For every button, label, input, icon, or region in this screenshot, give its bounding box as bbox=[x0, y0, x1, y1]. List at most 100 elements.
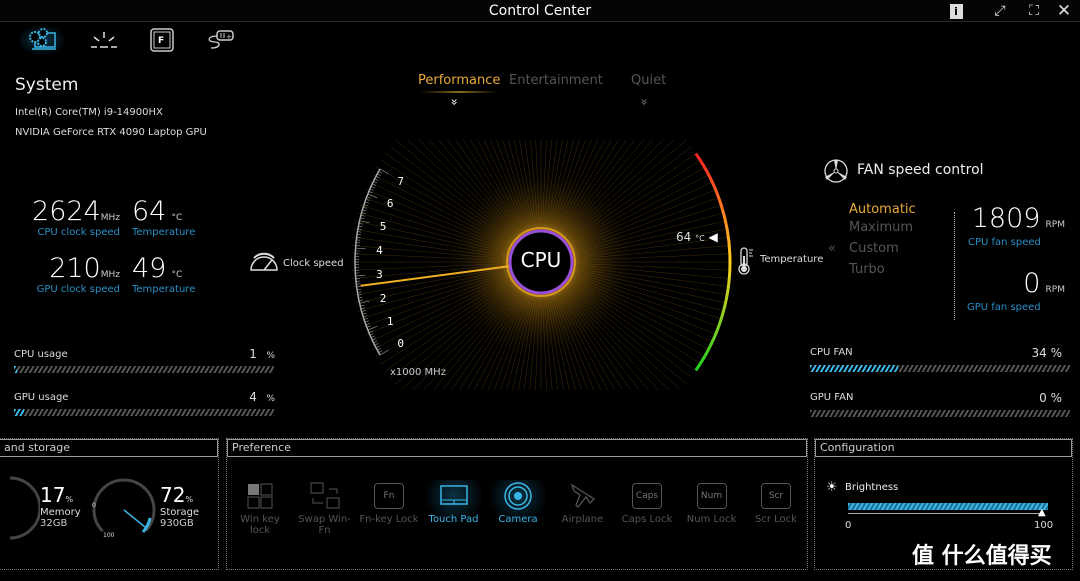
brightness-max: 100 bbox=[1034, 520, 1054, 531]
scale-label: 4 bbox=[376, 244, 383, 257]
pref-label: Airplane bbox=[561, 514, 604, 525]
scale-tick bbox=[361, 212, 366, 214]
brightness-slider-thumb[interactable]: ▲ bbox=[1038, 507, 1046, 518]
pref-label: Touch Pad bbox=[428, 514, 479, 525]
scale-tick bbox=[364, 317, 369, 320]
gauge-center-label: CPU bbox=[520, 248, 562, 272]
cpu-usage-label: CPU usage bbox=[14, 349, 68, 360]
scale-tick bbox=[370, 335, 375, 338]
svg-text:F: F bbox=[158, 36, 164, 46]
pref-touch-pad[interactable]: Touch Pad bbox=[423, 480, 484, 525]
windows-lock-icon bbox=[247, 483, 273, 509]
fan-option-turbo[interactable]: Turbo bbox=[849, 262, 885, 277]
scale-tick bbox=[359, 220, 370, 224]
scale-tick bbox=[378, 350, 383, 353]
memory-stat: 17% Memory 32GB bbox=[40, 483, 81, 529]
fullscreen-button[interactable]: ⛶ bbox=[1022, 1, 1046, 21]
function-key-icon: F bbox=[150, 28, 174, 52]
gpu-temp-stat: 49 °C Temperature bbox=[132, 253, 196, 295]
scale-tick bbox=[374, 343, 379, 346]
scale-tick bbox=[355, 247, 366, 250]
storage-heading: and storage bbox=[0, 439, 218, 457]
brightness-slider-track[interactable] bbox=[848, 513, 1044, 514]
pref-swap-win-fn[interactable]: Swap Win-Fn bbox=[295, 480, 355, 536]
battery-charge-icon: + bbox=[208, 30, 234, 49]
scale-tick bbox=[363, 206, 368, 209]
gpu-fan-label: GPU FAN bbox=[810, 392, 854, 403]
info-button[interactable]: i bbox=[944, 1, 968, 21]
camera-icon bbox=[504, 482, 532, 510]
gpu-clock-stat: 210MHz GPU clock speed bbox=[36, 253, 120, 295]
fan-icon bbox=[824, 159, 848, 183]
scale-tick bbox=[367, 193, 378, 198]
fn-key-icon: Fn bbox=[374, 483, 404, 509]
chevron-down-icon: » bbox=[447, 98, 462, 106]
fan-divider bbox=[954, 212, 955, 320]
fan-option-custom[interactable]: Custom bbox=[849, 241, 899, 256]
storage-stat: 72% Storage 930GB bbox=[160, 483, 200, 529]
fan-option-automatic[interactable]: Automatic bbox=[849, 202, 916, 217]
tab-battery[interactable]: + bbox=[198, 26, 242, 54]
tab-lighting[interactable] bbox=[82, 26, 126, 54]
brightness-bar bbox=[848, 503, 1048, 510]
scale-tick bbox=[374, 178, 379, 181]
pref-win-key-lock[interactable]: Win key lock bbox=[230, 480, 290, 536]
scale-tick bbox=[367, 326, 378, 331]
pref-fn-key-lock[interactable]: Fn Fn-key Lock bbox=[359, 480, 419, 525]
scale-label: 0 bbox=[397, 337, 404, 350]
gauge-temp-readout: 64 °C ◀ bbox=[676, 230, 718, 244]
scale-label: 3 bbox=[376, 268, 383, 281]
brightness-label: Brightness bbox=[845, 482, 899, 493]
mode-entertainment[interactable]: Entertainment bbox=[509, 73, 603, 88]
scale-label: 6 bbox=[387, 197, 394, 210]
scale-label: 1 bbox=[387, 315, 394, 328]
gpu-name: NVIDIA GeForce RTX 4090 Laptop GPU bbox=[15, 127, 207, 138]
scale-tick bbox=[373, 340, 378, 343]
brightness-min: 0 bbox=[845, 520, 852, 531]
scale-tick bbox=[363, 315, 368, 318]
close-button[interactable]: ✕ bbox=[1052, 1, 1076, 21]
pref-camera[interactable]: Camera bbox=[488, 480, 548, 525]
mode-performance[interactable]: Performance bbox=[418, 73, 500, 88]
pref-caps-lock[interactable]: Caps Caps Lock bbox=[617, 480, 677, 525]
scale-tick bbox=[360, 217, 365, 220]
system-gear-icon bbox=[29, 28, 56, 50]
mode-underline bbox=[420, 91, 498, 93]
cpu-usage-value: 1 % bbox=[249, 347, 275, 361]
scale-tick bbox=[364, 320, 369, 323]
cpu-name: Intel(R) Core(TM) i9-14900HX bbox=[15, 107, 163, 118]
speedometer-icon bbox=[250, 252, 278, 271]
close-icon: ✕ bbox=[1056, 1, 1072, 21]
cpu-temp-stat: 64 °C Temperature bbox=[132, 196, 196, 238]
cpu-usage-bar bbox=[14, 366, 274, 373]
configuration-heading: Configuration bbox=[815, 439, 1072, 457]
tab-system[interactable] bbox=[20, 26, 64, 54]
scale-tick bbox=[364, 204, 369, 207]
scale-tick bbox=[360, 214, 365, 217]
scale-tick bbox=[375, 176, 380, 179]
scale-tick bbox=[357, 231, 362, 233]
tab-function-key[interactable]: F bbox=[140, 26, 184, 54]
fan-option-maximum[interactable]: Maximum bbox=[849, 220, 913, 235]
scale-tick bbox=[357, 291, 362, 293]
scale-tick bbox=[366, 196, 371, 199]
scale-tick bbox=[369, 188, 374, 191]
mode-quiet[interactable]: Quiet bbox=[631, 73, 666, 88]
pref-airplane[interactable]: Airplane bbox=[553, 480, 613, 525]
restore-button[interactable]: ⤢ bbox=[988, 1, 1012, 21]
window-title: Control Center bbox=[488, 3, 592, 19]
pref-scr-lock[interactable]: Scr Scr Lock bbox=[746, 480, 806, 525]
scale-tick bbox=[377, 347, 381, 351]
fullscreen-icon: ⛶ bbox=[1029, 3, 1039, 19]
chevron-down-icon: » bbox=[637, 98, 652, 106]
gpu-fan-rpm-label: GPU fan speed bbox=[967, 302, 1041, 313]
scale-label: 5 bbox=[380, 220, 387, 233]
temperature-label: Temperature bbox=[760, 254, 824, 265]
dial-min: 0 bbox=[92, 502, 96, 509]
scale-tick bbox=[360, 304, 365, 307]
pref-num-lock[interactable]: Num Num Lock bbox=[682, 480, 742, 525]
scale-tick bbox=[366, 325, 371, 328]
airplane-icon bbox=[570, 483, 595, 508]
pref-label: Caps Lock bbox=[621, 514, 673, 525]
scale-tick bbox=[369, 333, 374, 336]
